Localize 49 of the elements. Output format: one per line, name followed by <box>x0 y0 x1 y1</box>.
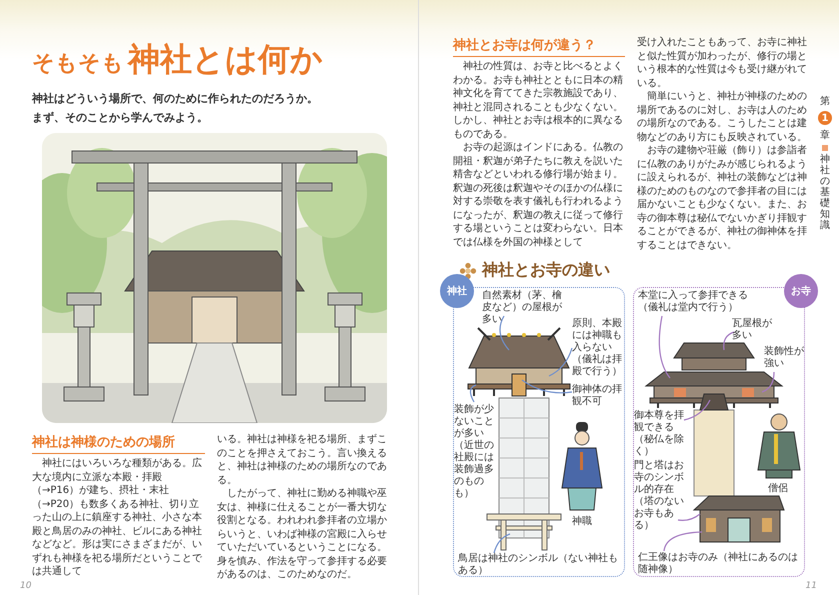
leader-line <box>678 514 700 521</box>
body-paragraph: 神社にはいろいろな種類がある。広大な境内に立派な本殿・拝殿（→P16）が建ち、摂社・末社（→P20）も数多くある神社、切り立った山の上に鎮座する神社、小さな本殿と鳥居のみの神社、ビルにある神社などなど。形は実にさまざまだが、いずれも神様を祀る場所だということでは共通して <box>32 457 203 579</box>
page-title: 神社とは何か <box>128 39 323 80</box>
body-paragraph: 神社の性質は、お寺と比べるとよくわかる。お寺も神社とともに日本の精神文化を育ててきた宗教施設であり、神社と混同されることも少なくない。しかし、神社とお寺は根本的に異なるものである。 <box>453 60 624 141</box>
section-heading: 神社は神様のための場所 <box>32 433 205 454</box>
chapter-number: 1 <box>818 111 832 125</box>
flower-icon <box>459 262 477 280</box>
leader-line <box>762 372 775 393</box>
leader-line <box>548 348 573 377</box>
callout-label: 御本尊を拝観できる（秘仏を除く） <box>634 410 685 458</box>
leader-line <box>493 533 510 554</box>
page-number: 10 <box>20 581 32 591</box>
square-icon <box>822 145 828 151</box>
callout-label: 鳥居は神社のシンボル（ない神社もある） <box>458 553 619 577</box>
callout-label: 御神体の拝観不可 <box>572 384 623 408</box>
leader-line <box>470 384 476 402</box>
chapter-title: 神社の基礎知識 <box>820 154 830 231</box>
intro-text: 神社はどういう場所で、何のために作られたのだろうか。 <box>32 91 319 107</box>
leader-line <box>663 531 702 552</box>
callout-label: 本堂に入って参拝できる（儀礼は堂内で行う） <box>638 290 749 314</box>
page-number: 11 <box>806 581 817 591</box>
body-paragraph: 簡単にいうと、神社が神様のための場所であるのに対し、お寺は人のための場所なのである。こうしたことは建物などのあり方にも反映されている。 <box>637 90 808 144</box>
section-heading: 神社とお寺は何が違う？ <box>453 36 625 57</box>
chapter-label: 章 <box>820 128 830 142</box>
callout-label: 装飾が少ないことが多い（近世の社殿には装飾過多のものも） <box>454 404 495 500</box>
comparison-heading: 神社とお寺の違い <box>482 260 610 281</box>
body-paragraph: お寺の起源はインドにある。仏教の開祖・釈迦が弟子たちに教えを説いた精舎などといわれる修行場が始まり。釈迦の死後は釈迦やそのほかの仏様に対する崇敬を表す儀礼も行われるようになったが、釈迦の教えに従って修行する場ということは変わらない。日本では仏様を外国の神様として <box>453 141 624 249</box>
monk-figure-drawing <box>757 414 801 478</box>
title-prefix: そもそも <box>32 50 124 78</box>
leader-line <box>684 400 711 421</box>
category-tag: 神社 <box>440 274 474 308</box>
body-paragraph: いる。神社は神様を祀る場所、まずこのことを押さえておこう。言い換えると、神社は神様のための場所なのである。 <box>217 433 388 488</box>
callout-label: 仁王像はお寺のみ（神社にあるのは随神像） <box>638 552 799 576</box>
body-paragraph: 受け入れたこともあって、お寺に神社と似た性質が加わったが、修行の場という根本的な性質は今も受け継がれている。 <box>637 36 808 90</box>
callout-label: 原則、本殿には神職も入らない（儀礼は拝殿で行う） <box>572 318 623 378</box>
body-paragraph: お寺の建物や荘厳（飾り）は参詣者に仏教のありがたみが感じられるように設えられるが、神社の装飾などは神様のためのものなので参拝者の目には届かないことも少なくない。また、お寺の御本尊は秘仏でないかぎり拝観することができるが、神社の御神体を拝することはできない。 <box>637 144 808 252</box>
callout-label: 門と塔はお寺のシンボル的存在（塔のないお寺もある） <box>634 460 685 532</box>
figure-caption: 神職 <box>572 514 592 528</box>
callout-label: 自然素材（茅、檜皮など）の屋根が多い <box>482 290 563 326</box>
intro-text: まず、そのことから学んでみよう。 <box>32 110 209 126</box>
figure-caption: 僧侶 <box>768 482 788 495</box>
chapter-label: 第 <box>820 95 830 108</box>
leader-line <box>658 316 670 378</box>
category-tag: お寺 <box>784 274 818 308</box>
leader-line <box>522 380 572 394</box>
callout-label: 装飾性が強い <box>764 346 804 370</box>
callout-label: 瓦屋根が多い <box>732 318 773 342</box>
body-paragraph: したがって、神社に勤める神職や巫女は、神様に仕えることが一番大切な役割となる。われわれ参拝者の立場からいうと、いわば神様の宮殿に入らせていただいているということになる。身を慎み、作法を守って参拝する必要があるのは、このためなのだ。 <box>217 487 388 582</box>
leader-line <box>723 331 734 350</box>
